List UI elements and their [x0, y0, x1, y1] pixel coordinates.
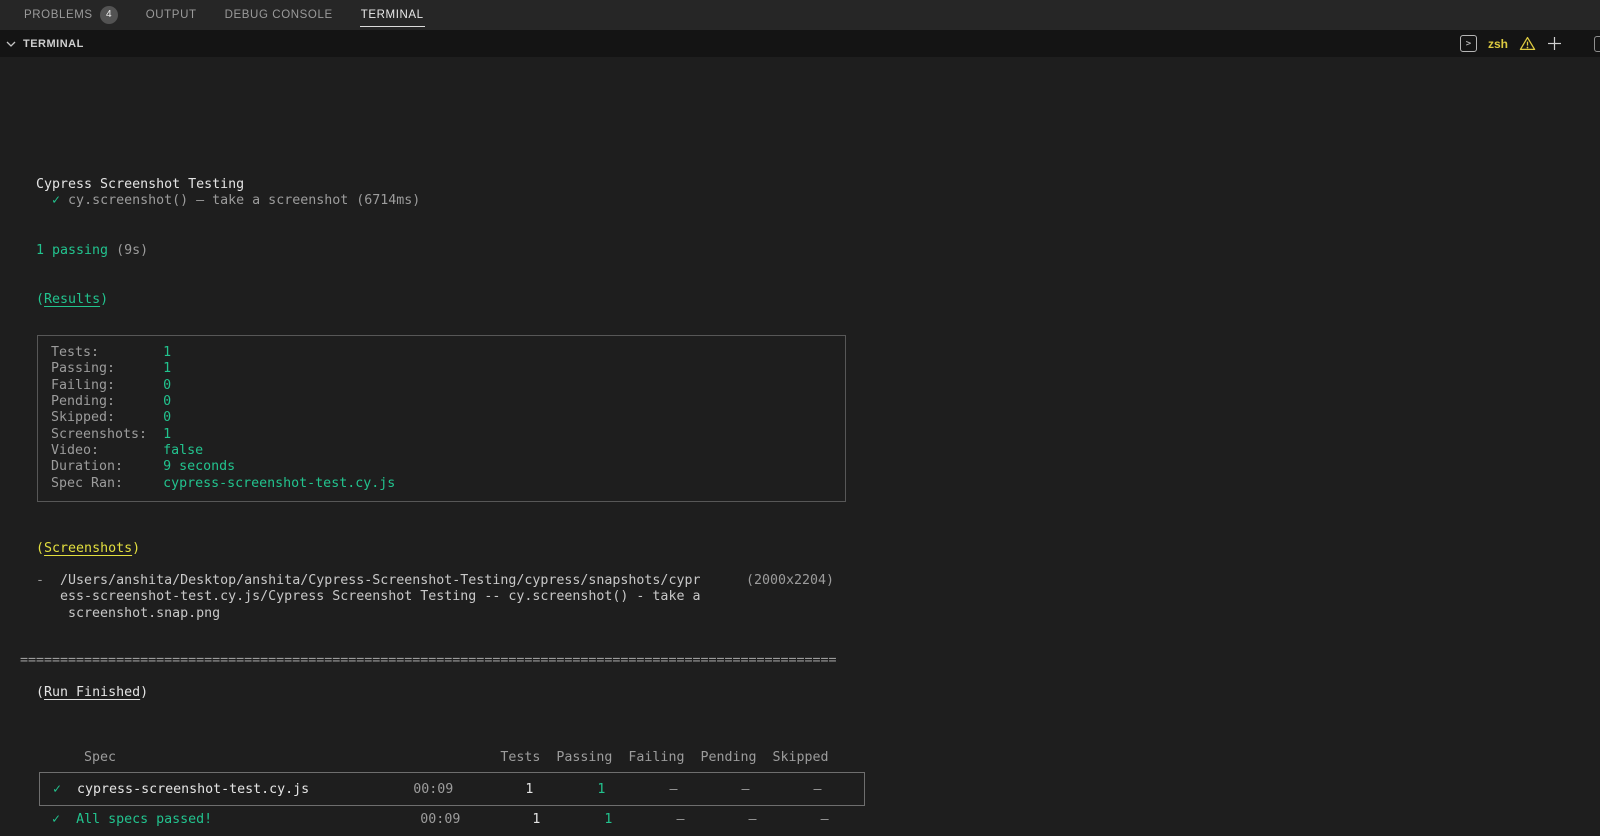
- warning-icon[interactable]: [1519, 36, 1536, 51]
- tab-terminal[interactable]: TERMINAL: [359, 0, 425, 30]
- tab-output[interactable]: OUTPUT: [146, 0, 197, 30]
- terminal-line: Screenshots: 1: [51, 426, 172, 442]
- screenshot-dimensions: (2000x2204): [746, 573, 835, 589]
- terminal-panel-title: TERMINAL: [23, 37, 84, 50]
- tab-problems-label: PROBLEMS: [24, 9, 93, 21]
- terminal-panel-header: TERMINAL > zsh: [0, 30, 1600, 57]
- results-box: Tests: 1 Passing: 1 Failing: 0 Pending: 0 Sk…: [37, 335, 846, 502]
- spec-table-row: ✓ cypress-screenshot-test.cy.js 00:09 1 …: [53, 781, 822, 797]
- terminal-line: Skipped: 0: [51, 410, 172, 426]
- terminal-line: screenshot.snap.png: [20, 605, 221, 621]
- terminal-line: Failing: 0: [51, 377, 172, 393]
- split-terminal-icon[interactable]: [1594, 36, 1600, 52]
- terminal-content[interactable]: Cypress Screenshot Testing ✓ cy.screensh…: [0, 57, 1600, 829]
- passing-summary: 1 passing (9s): [36, 242, 149, 258]
- run-finished-heading: (Run Finished): [20, 685, 149, 701]
- terminal-line: Spec Ran: cypress-screenshot-test.cy.js: [51, 475, 396, 491]
- tab-output-label: OUTPUT: [145, 9, 197, 21]
- new-terminal-plus-icon[interactable]: [1547, 36, 1562, 51]
- terminal-header-actions: > zsh: [1459, 35, 1592, 52]
- tab-problems[interactable]: PROBLEMS 4: [24, 0, 118, 30]
- terminal-box-icon[interactable]: >: [1459, 35, 1477, 52]
- terminal-line: Tests: 1: [51, 345, 172, 361]
- terminal-line: Video: false: [51, 442, 204, 458]
- tab-debug-console-label: DEBUG CONSOLE: [224, 9, 333, 21]
- tab-terminal-label: TERMINAL: [360, 9, 424, 21]
- tab-debug-console[interactable]: DEBUG CONSOLE: [225, 0, 333, 30]
- screenshots-heading: (Screenshots): [20, 540, 141, 556]
- vscode-bottom-panel: PROBLEMS 4 OUTPUT DEBUG CONSOLE TERMINAL…: [0, 0, 1600, 829]
- problems-count-badge: 4: [99, 6, 118, 24]
- terminal-line: Duration: 9 seconds: [51, 459, 236, 475]
- spec-table-row-box: ✓ cypress-screenshot-test.cy.js 00:09 1 …: [39, 771, 865, 807]
- terminal-line: ess-screenshot-test.cy.js/Cypress Screen…: [20, 589, 701, 605]
- separator-line: ========================================…: [20, 653, 837, 669]
- results-heading: (Results): [20, 291, 109, 307]
- spec-table-header: Spec Tests Passing Failing Pending Skipp…: [20, 749, 829, 765]
- chevron-down-icon[interactable]: [4, 37, 18, 51]
- all-specs-passed-row: ✓ All specs passed! 00:09 1 1 – – –: [52, 812, 829, 828]
- panel-tab-bar: PROBLEMS 4 OUTPUT DEBUG CONSOLE TERMINAL: [0, 0, 1600, 30]
- suite-title: Cypress Screenshot Testing: [20, 177, 245, 192]
- screenshot-path-block: - /Users/anshita/Desktop/anshita/Cypress…: [20, 573, 1600, 622]
- terminal-line: Passing: 1: [51, 361, 172, 377]
- shell-name-zsh[interactable]: zsh: [1488, 37, 1508, 51]
- test-result-line: ✓ cy.screenshot() – take a screenshot (6…: [52, 193, 421, 209]
- terminal-line: Pending: 0: [51, 394, 172, 410]
